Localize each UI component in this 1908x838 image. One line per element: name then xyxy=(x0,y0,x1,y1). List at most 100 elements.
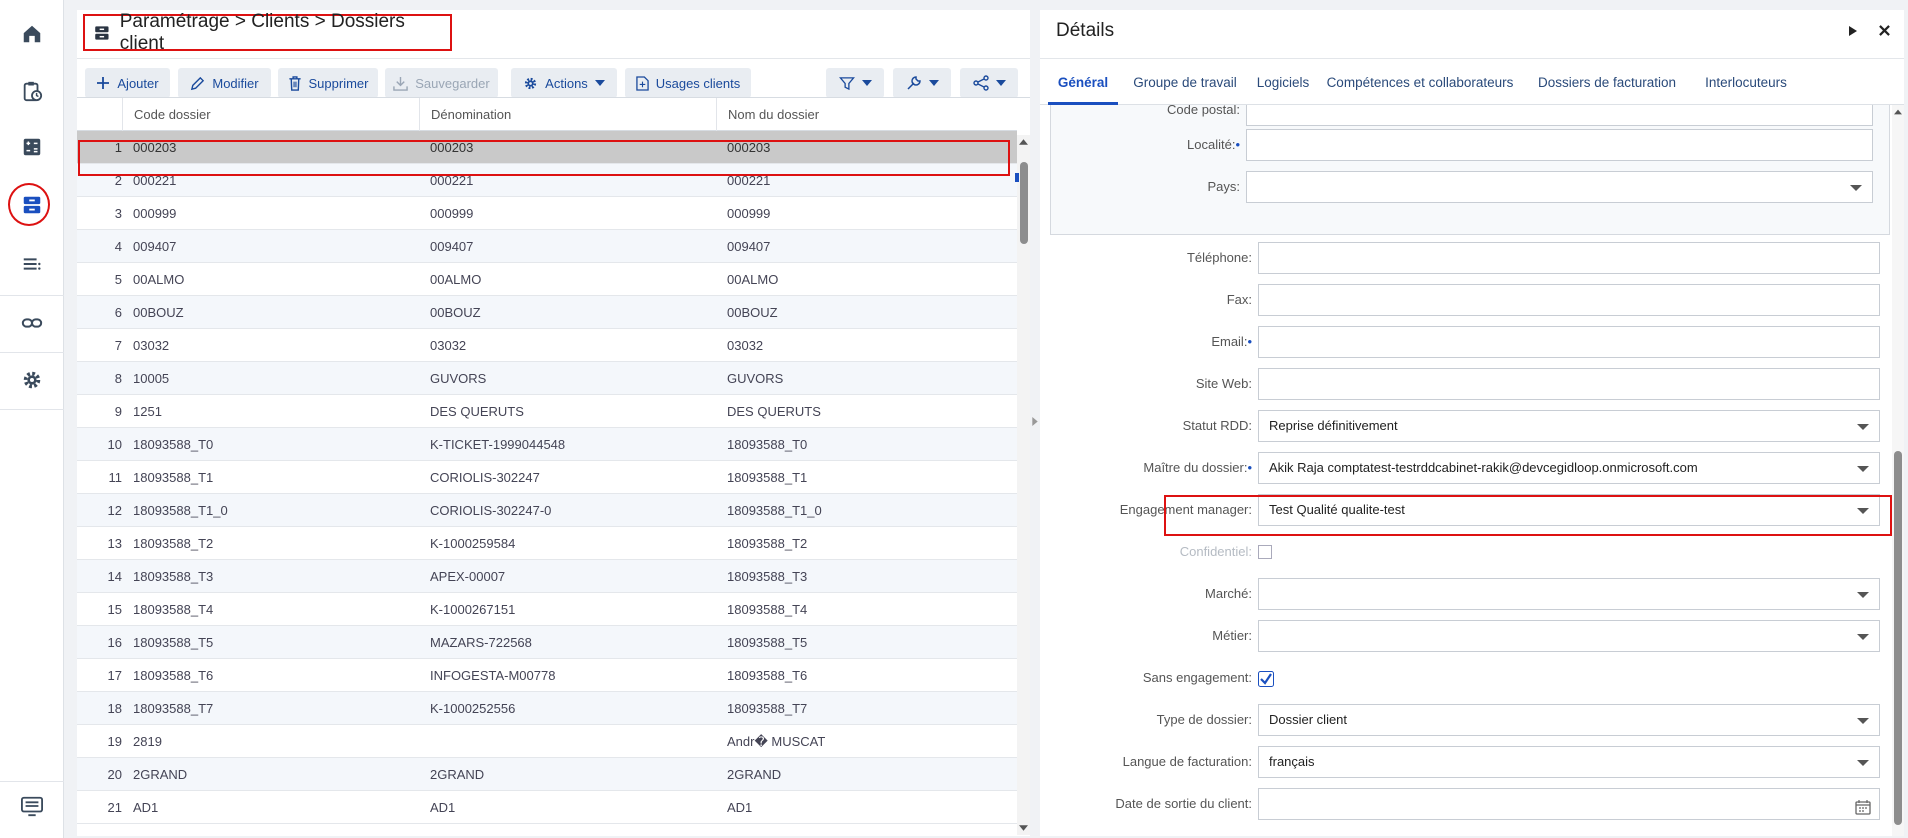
save-button[interactable]: Sauvegarder xyxy=(385,68,498,98)
list-icon xyxy=(23,258,41,270)
label-text: Marché: xyxy=(1205,586,1252,601)
details-scrollbar-thumb[interactable] xyxy=(1894,451,1902,825)
select-type-de-dossier[interactable]: Dossier client xyxy=(1258,704,1880,736)
select-maitre-du-dossier[interactable]: Akik Raja comptatest-testrddcabinet-raki… xyxy=(1258,452,1880,484)
input-date-de-sortie-du-client[interactable] xyxy=(1258,788,1880,820)
table-row[interactable]: 3 000999 000999 000999 xyxy=(77,197,1017,230)
delete-button[interactable]: Supprimer xyxy=(278,68,378,98)
checkmark-icon xyxy=(1258,671,1274,687)
select-langue-de-facturation[interactable]: français xyxy=(1258,746,1880,778)
label-text: Téléphone: xyxy=(1186,250,1252,265)
table-row[interactable]: 17 18093588_T6 INFOGESTA-M00778 18093588_T6 xyxy=(77,659,1017,692)
cell-code: 00ALMO xyxy=(133,272,185,287)
table-row[interactable]: 13 18093588_T2 K-1000259584 18093588_T2 xyxy=(77,527,1017,560)
cell-code: 18093588_T1 xyxy=(133,470,214,485)
table-row[interactable]: 21 AD1 AD1 AD1 xyxy=(77,791,1017,824)
close-icon[interactable] xyxy=(1879,25,1890,36)
sidebar-item-tasks[interactable] xyxy=(0,63,64,119)
select-marche[interactable] xyxy=(1258,578,1880,610)
chevron-down-icon xyxy=(1857,634,1869,640)
cell-denomination: AD1 xyxy=(430,800,456,815)
grid-scrollbar-thumb[interactable] xyxy=(1020,162,1028,244)
table-row[interactable]: 20 2GRAND 2GRAND 2GRAND xyxy=(77,758,1017,791)
calendar-icon[interactable] xyxy=(1855,796,1871,826)
details-scrollbar[interactable] xyxy=(1892,105,1904,836)
actions-button[interactable]: Actions xyxy=(511,68,617,98)
tools-button[interactable] xyxy=(893,68,951,98)
table-row[interactable]: 15 18093588_T4 K-1000267151 18093588_T4 xyxy=(77,593,1017,626)
grid-header: Code dossier Dénomination Nom du dossier xyxy=(77,98,1017,131)
client-usages-button[interactable]: Usages clients xyxy=(625,68,751,98)
cell-nom: 009407 xyxy=(727,239,771,254)
column-header-code[interactable]: Code dossier xyxy=(122,98,419,131)
table-row[interactable]: 4 009407 009407 009407 xyxy=(77,230,1017,263)
remote-desktop-icon xyxy=(21,796,43,817)
column-header-nom[interactable]: Nom du dossier xyxy=(716,98,1017,131)
select-pays[interactable] xyxy=(1246,171,1873,203)
table-row[interactable]: 10 18093588_T0 K-TICKET-1999044548 18093588… xyxy=(77,428,1017,461)
row-number: 6 xyxy=(114,305,122,320)
collapse-right-icon[interactable] xyxy=(1849,26,1858,36)
cell-denomination: K-1000252556 xyxy=(430,701,516,716)
table-row[interactable]: 6 00BOUZ 00BOUZ 00BOUZ xyxy=(77,296,1017,329)
table-row[interactable]: 18 18093588_T7 K-1000252556 18093588_T7 xyxy=(77,692,1017,725)
table-row[interactable]: 19 2819 Andr� MUSCAT xyxy=(77,725,1017,758)
cell-code: 18093588_T0 xyxy=(133,437,214,452)
table-row[interactable]: 12 18093588_T1_0 CORIOLIS-302247-0 18093588… xyxy=(77,494,1017,527)
table-row[interactable]: 9 1251 DES QUERUTS DES QUERUTS xyxy=(77,395,1017,428)
sidebar-item-settings[interactable] xyxy=(0,352,64,408)
row-number: 20 xyxy=(107,767,122,782)
filter-button[interactable] xyxy=(826,68,884,98)
dossiers-panel: Paramétrage > Clients > Dossiers client … xyxy=(77,10,1030,836)
checkbox-confidentiel xyxy=(1258,545,1272,559)
cell-denomination: 009407 xyxy=(430,239,474,254)
input-email[interactable] xyxy=(1258,326,1880,358)
panel-splitter[interactable] xyxy=(1030,400,1040,444)
field-label-telephone: Téléphone: xyxy=(1040,242,1252,274)
tab-competences[interactable]: Compétences et collaborateurs xyxy=(1322,59,1518,105)
input-telephone[interactable] xyxy=(1258,242,1880,274)
cell-code: 18093588_T6 xyxy=(133,668,214,683)
select-metier[interactable] xyxy=(1258,620,1880,652)
tab-logiciels[interactable]: Logiciels xyxy=(1250,59,1316,105)
sidebar-item-remote[interactable] xyxy=(0,778,64,834)
input-code-postal[interactable] xyxy=(1246,105,1873,126)
required-marker: • xyxy=(1247,334,1252,349)
select-statut-rdd[interactable]: Reprise définitivement xyxy=(1258,410,1880,442)
label-text: Langue de facturation: xyxy=(1122,754,1252,769)
share-icon xyxy=(972,75,989,91)
sidebar-item-lists[interactable] xyxy=(0,236,64,292)
sidebar-item-accounting[interactable] xyxy=(0,119,64,175)
download-icon xyxy=(393,76,409,91)
input-site-web[interactable] xyxy=(1258,368,1880,400)
sidebar-item-home[interactable] xyxy=(0,6,64,62)
input-localite[interactable] xyxy=(1246,129,1873,161)
column-header-denomination[interactable]: Dénomination xyxy=(419,98,716,131)
table-row[interactable]: 11 18093588_T1 CORIOLIS-302247 18093588_T1 xyxy=(77,461,1017,494)
share-button[interactable] xyxy=(960,68,1018,98)
table-row[interactable]: 14 18093588_T3 APEX-00007 18093588_T3 xyxy=(77,560,1017,593)
edit-button[interactable]: Modifier xyxy=(178,68,271,98)
cell-denomination: CORIOLIS-302247 xyxy=(430,470,540,485)
table-row[interactable]: 7 03032 03032 03032 xyxy=(77,329,1017,362)
checkbox-sans-engagement[interactable] xyxy=(1258,671,1274,687)
details-tabs: Général Groupe de travail Logiciels Comp… xyxy=(1040,58,1904,105)
tab-interlocuteurs[interactable]: Interlocuteurs xyxy=(1696,59,1796,105)
cell-nom: 00BOUZ xyxy=(727,305,778,320)
details-controls xyxy=(1849,24,1890,39)
table-row[interactable]: 8 10005 GUVORS GUVORS xyxy=(77,362,1017,395)
details-title: Détails xyxy=(1056,20,1115,41)
tab-dossiers-facturation[interactable]: Dossiers de facturation xyxy=(1524,59,1690,105)
sidebar-item-links[interactable] xyxy=(0,295,64,351)
cell-code: 18093588_T7 xyxy=(133,701,214,716)
sidebar-item-settings-clients[interactable] xyxy=(0,177,64,233)
add-button[interactable]: Ajouter xyxy=(85,68,170,98)
tab-general[interactable]: Général xyxy=(1048,59,1118,105)
tab-groupe-travail[interactable]: Groupe de travail xyxy=(1126,59,1244,105)
field-label-localite: Localité:• xyxy=(1040,129,1240,161)
table-row[interactable]: 16 18093588_T5 MAZARS-722568 18093588_T5 xyxy=(77,626,1017,659)
input-fax[interactable] xyxy=(1258,284,1880,316)
table-row[interactable]: 5 00ALMO 00ALMO 00ALMO xyxy=(77,263,1017,296)
cell-denomination: GUVORS xyxy=(430,371,487,386)
cell-denomination: 2GRAND xyxy=(430,767,485,782)
